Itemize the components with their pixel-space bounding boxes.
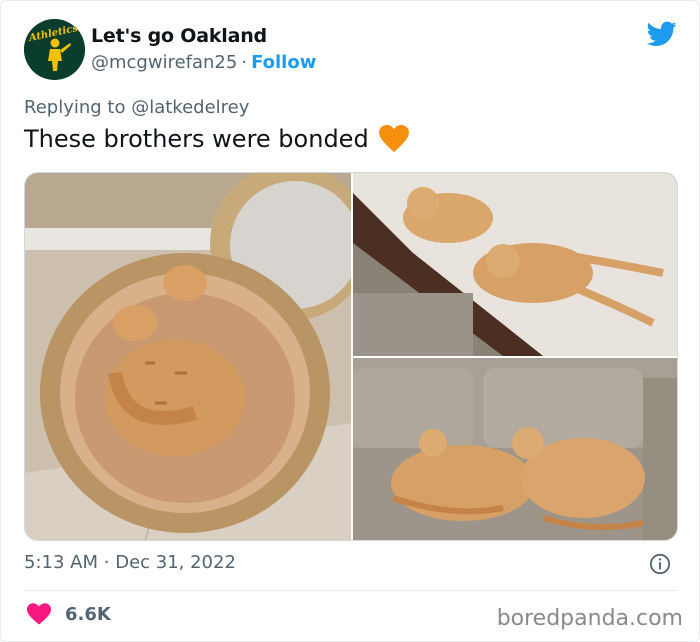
photo-cats-in-basket[interactable] (25, 173, 351, 540)
separator: · (103, 552, 110, 573)
like-count: 6.6K (65, 603, 111, 625)
info-icon[interactable] (649, 553, 671, 575)
follow-button[interactable]: Follow (251, 52, 316, 73)
user-handle[interactable]: @mcgwirefan25 (91, 52, 237, 73)
tweet-text-row: These brothers were bonded (24, 125, 409, 153)
twitter-bird-icon[interactable] (647, 21, 677, 47)
media-grid[interactable] (24, 172, 678, 541)
tweet-time: 5:13 AM (24, 552, 98, 573)
tweet-card: Athletics Let's go Oakland @mcgwirefan25… (0, 0, 700, 642)
divider (24, 590, 678, 591)
reply-context: Replying to @latkedelrey (24, 97, 249, 118)
reply-mention[interactable]: @latkedelrey (131, 97, 249, 118)
photo-cats-on-bed[interactable] (353, 173, 677, 356)
orange-heart-icon (378, 125, 409, 153)
handle-row: @mcgwirefan25 · Follow (91, 52, 316, 73)
heart-icon[interactable] (27, 603, 51, 625)
timestamp[interactable]: 5:13 AM · Dec 31, 2022 (24, 552, 236, 573)
photo-cats-on-couch[interactable] (353, 358, 677, 540)
like-stat[interactable]: 6.6K (27, 603, 111, 625)
tweet-date: Dec 31, 2022 (115, 552, 236, 573)
display-name[interactable]: Let's go Oakland (91, 25, 267, 47)
tweet-text: These brothers were bonded (24, 125, 369, 153)
athletics-logo-icon: Athletics (24, 19, 85, 80)
reply-prefix: Replying to (24, 97, 126, 118)
avatar[interactable]: Athletics (24, 19, 85, 80)
separator: · (241, 52, 248, 73)
watermark: boredpanda.com (496, 606, 683, 631)
